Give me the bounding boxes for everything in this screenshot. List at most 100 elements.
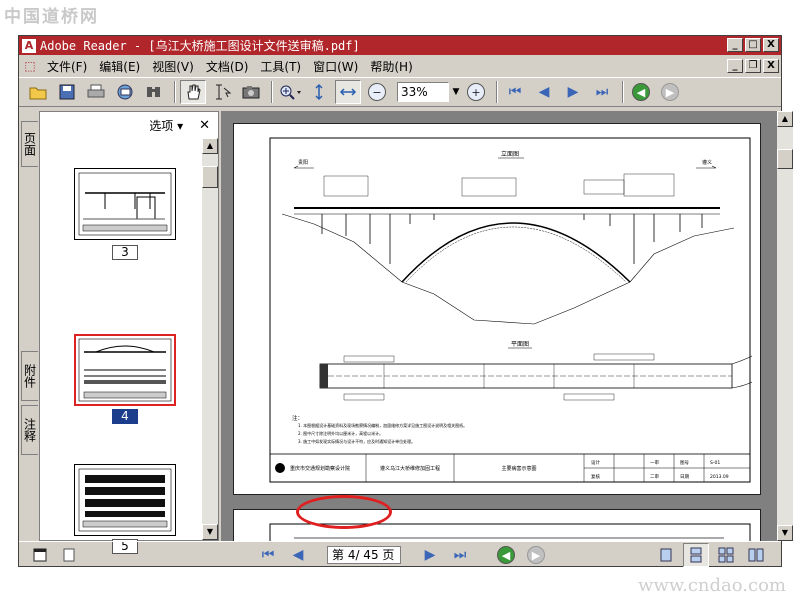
menu-file[interactable]: 文件(F) xyxy=(43,58,95,75)
page-thumbnail-4[interactable] xyxy=(74,334,176,406)
elevation-title: 立面图 xyxy=(501,150,519,158)
view-continuous-facing-icon[interactable] xyxy=(743,543,769,567)
title-block-review: 复核 xyxy=(591,473,600,480)
page-thumbnail-label: 4 xyxy=(112,409,138,424)
highlight-annotation xyxy=(296,495,392,529)
open-icon[interactable] xyxy=(25,80,51,104)
zoom-out-icon[interactable]: − xyxy=(364,80,390,104)
tab-comments[interactable]: 注释 xyxy=(21,405,38,455)
title-block-check1: 一审 xyxy=(650,459,659,466)
status-last-page-icon[interactable]: ⏭ xyxy=(447,543,473,567)
scroll-down-icon[interactable]: ▼ xyxy=(202,524,218,540)
doc-restore-button[interactable]: ❐ xyxy=(745,59,761,73)
maximize-button[interactable]: □ xyxy=(745,38,761,52)
doc-close-button[interactable]: X xyxy=(763,59,779,73)
main-toolbar: − 33% ▼ + ⏮ ◀ ▶ ⏭ ◀ ▶ xyxy=(19,77,781,107)
hand-icon[interactable] xyxy=(180,80,206,104)
toolbar-separator xyxy=(496,81,498,103)
tab-attachments[interactable]: 附件 xyxy=(21,351,38,401)
next-page-icon[interactable]: ▶ xyxy=(560,80,586,104)
right-direction-label: 遵义 xyxy=(702,159,712,166)
navigation-tabs: 页面 附件 注释 xyxy=(19,111,39,541)
title-block-date-label: 日期 xyxy=(680,474,689,480)
document-view[interactable]: 立面图 贵阳 遵义 平面图 注： 1. 本图根据设计基础资料及现场勘察情况编制，… xyxy=(221,111,777,541)
pdf-document-icon: ⬚ xyxy=(24,59,36,73)
go-back-icon[interactable]: ◀ xyxy=(628,80,654,104)
menu-document[interactable]: 文档(D) xyxy=(202,58,257,75)
title-block-drawing-no-label: 图号 xyxy=(680,460,689,466)
title-block-org: 重庆市交通规划勘察设计院 xyxy=(290,465,350,472)
status-prev-page-icon[interactable]: ◀ xyxy=(285,543,311,567)
close-button[interactable]: X xyxy=(763,38,779,52)
snapshot-icon[interactable] xyxy=(238,80,264,104)
page-thumbnail-3[interactable] xyxy=(74,168,176,240)
fit-page-icon[interactable] xyxy=(306,80,332,104)
title-block-check2: 二审 xyxy=(650,473,659,480)
menu-bar: ⬚ 文件(F) 编辑(E) 视图(V) 文档(D) 工具(T) 窗口(W) 帮助… xyxy=(19,55,781,77)
page-number-field[interactable]: 第 4/ 45 页 xyxy=(327,546,401,564)
panel-scroll-thumb[interactable] xyxy=(202,166,218,188)
left-direction-label: 贵阳 xyxy=(298,159,308,166)
fit-width-icon[interactable] xyxy=(335,80,361,104)
email-icon[interactable] xyxy=(112,80,138,104)
title-block-design: 设计 xyxy=(591,459,600,466)
save-icon[interactable] xyxy=(54,80,80,104)
title-block-drawing-no: S-01 xyxy=(710,460,720,466)
minimize-button[interactable]: _ xyxy=(727,38,743,52)
reader-window: A Adobe Reader - [乌江大桥施工图设计文件送审稿.pdf] _ … xyxy=(18,35,793,567)
title-block-date: 2013.09 xyxy=(710,474,729,480)
view-single-page-icon[interactable] xyxy=(653,543,679,567)
go-forward-icon[interactable]: ▶ xyxy=(657,80,683,104)
zoom-in-plus-icon[interactable]: + xyxy=(463,80,489,104)
note-line: 1. 本图根据设计基础资料及现场勘察情况编制，加固维修方案详见施工图设计说明及相… xyxy=(298,422,467,428)
select-text-icon[interactable] xyxy=(209,80,235,104)
panel-close-icon[interactable]: ✕ xyxy=(199,118,210,133)
toolbar-separator xyxy=(622,81,624,103)
menu-help[interactable]: 帮助(H) xyxy=(366,58,420,75)
toolbar-separator xyxy=(174,81,176,103)
panel-options-button[interactable]: 选项 ▾ xyxy=(149,117,183,134)
zoom-level-field[interactable]: 33% xyxy=(397,82,449,102)
toolbar-separator xyxy=(271,81,273,103)
site-watermark-top: 中国道桥网 xyxy=(4,7,99,27)
tab-pages[interactable]: 页面 xyxy=(21,121,38,167)
page-layout-icon[interactable] xyxy=(27,543,53,567)
note-line: 2. 图中尺寸除注明外均以厘米计，高程以米计。 xyxy=(298,430,383,436)
zoom-in-icon[interactable] xyxy=(277,80,303,104)
adobe-reader-icon: A xyxy=(22,38,36,53)
view-continuous-icon[interactable] xyxy=(683,543,709,567)
scroll-down-icon[interactable]: ▼ xyxy=(777,525,793,541)
title-block-project: 遵义乌江大桥维修加固工程 xyxy=(380,465,440,472)
view-facing-icon[interactable] xyxy=(713,543,739,567)
site-watermark-bottom: www.cndao.com xyxy=(638,575,786,596)
status-go-back-icon[interactable]: ◀ xyxy=(493,543,519,567)
window-title: Adobe Reader - [乌江大桥施工图设计文件送审稿.pdf] xyxy=(40,39,360,53)
scroll-up-icon[interactable]: ▲ xyxy=(777,111,793,127)
print-icon[interactable] xyxy=(83,80,109,104)
single-page-icon[interactable] xyxy=(56,543,82,567)
title-block-sheet: 主要病害示意图 xyxy=(501,465,536,472)
menu-view[interactable]: 视图(V) xyxy=(148,58,202,75)
scroll-up-icon[interactable]: ▲ xyxy=(202,138,218,154)
document-scroll-thumb[interactable] xyxy=(777,149,793,169)
first-page-icon[interactable]: ⏮ xyxy=(502,80,528,104)
doc-minimize-button[interactable]: _ xyxy=(727,59,743,73)
page-thumbnail-5[interactable] xyxy=(74,464,176,536)
status-next-page-icon[interactable]: ▶ xyxy=(417,543,443,567)
plan-title: 平面图 xyxy=(511,341,529,348)
status-bar: ⏮ ◀ 第 4/ 45 页 ▶ ⏭ ◀ ▶ xyxy=(19,541,781,567)
pages-panel: 选项 ▾ ✕ 3 4 5 ▲ ▼ xyxy=(39,111,219,554)
zoom-dropdown-icon[interactable]: ▼ xyxy=(449,82,463,102)
status-go-forward-icon[interactable]: ▶ xyxy=(523,543,549,567)
menu-edit[interactable]: 编辑(E) xyxy=(95,58,148,75)
status-first-page-icon[interactable]: ⏮ xyxy=(255,543,281,567)
menu-window[interactable]: 窗口(W) xyxy=(309,58,366,75)
menu-tools[interactable]: 工具(T) xyxy=(256,58,309,75)
search-icon[interactable] xyxy=(141,80,167,104)
title-bar: A Adobe Reader - [乌江大桥施工图设计文件送审稿.pdf] _ … xyxy=(19,36,781,55)
document-scrollbar[interactable]: ▲ ▼ xyxy=(777,111,793,541)
last-page-icon[interactable]: ⏭ xyxy=(589,80,615,104)
prev-page-icon[interactable]: ◀ xyxy=(531,80,557,104)
panel-scrollbar[interactable]: ▲ ▼ xyxy=(202,138,218,540)
pdf-page: 立面图 贵阳 遵义 平面图 注： 1. 本图根据设计基础资料及现场勘察情况编制，… xyxy=(233,123,761,495)
